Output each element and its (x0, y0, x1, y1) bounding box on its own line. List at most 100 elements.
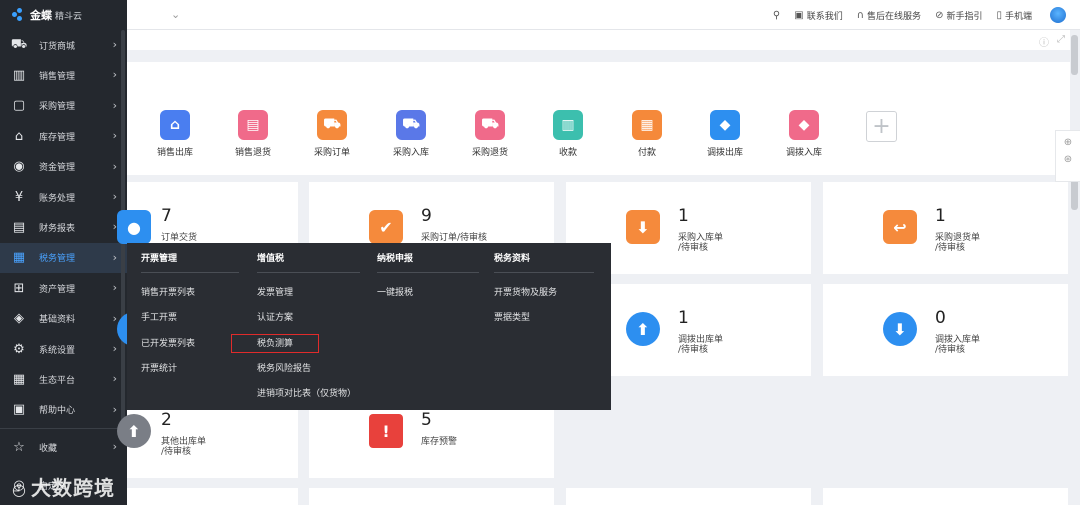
quick-action[interactable]: ⌂ 销售出库 (145, 110, 205, 158)
sidebar-item-label: 采购管理 (39, 102, 76, 113)
sidebar-divider (0, 428, 127, 429)
sidebar-item[interactable]: ▤ 财务报表 › (0, 212, 127, 242)
guide-button[interactable]: ⊘ 新手指引 (935, 9, 982, 22)
sidebar-item[interactable]: ▥ 销售管理 › (0, 60, 127, 90)
submenu-item[interactable]: 票据类型 (494, 310, 530, 323)
sidebar-item-label: 资产管理 (39, 284, 76, 295)
brand-logo[interactable]: 金蝶 精斗云 (0, 0, 127, 30)
side-float-toolbar: ⊕ ⊛ (1055, 130, 1080, 182)
sidebar-item[interactable]: ⛟ 订货商城 › (0, 30, 127, 60)
stat-card-sublabel: /待审核 (678, 345, 709, 355)
submenu-item[interactable]: 发票管理 (257, 285, 293, 298)
chevron-right-icon: › (112, 311, 117, 325)
watermark-logo-icon: ◴ (12, 480, 27, 499)
sidebar-item-label: 账务处理 (39, 193, 76, 204)
help-icon[interactable]: ⓘ (1039, 34, 1049, 49)
chevron-right-icon: › (112, 440, 117, 453)
sidebar-item-label: 基础资料 (39, 315, 76, 326)
submenu-divider (377, 272, 479, 273)
sidebar-item-label: 税务管理 (39, 254, 76, 265)
share-icon[interactable]: ⊕ (1056, 137, 1080, 148)
quick-actions-panel: ⌂ 销售出库 ▤ 销售退货 ⛟ 采购订单 ⛟ 采购入库 ⛟ 采购退货 ▥ 收款 ▦ 付款 ◆ 调拨出库 ◆ 调拨入… (127, 62, 1070, 175)
page-scrollbar[interactable] (1071, 35, 1078, 75)
submenu-item[interactable]: 开票统计 (141, 361, 177, 374)
submenu-item[interactable]: 税务风险报告 (257, 361, 311, 374)
quick-action[interactable]: ▦ 付款 (617, 110, 677, 158)
chevron-down-icon[interactable]: ⌄ (171, 8, 180, 21)
chevron-right-icon: › (112, 372, 117, 386)
sidebar-item-label: 财务报表 (39, 224, 76, 235)
sidebar-item[interactable]: ◉ 资金管理 › (0, 152, 127, 182)
contact-icon: ▣ (794, 9, 804, 21)
quick-action[interactable]: ◆ 调拨出库 (695, 110, 755, 158)
submenu-divider (494, 272, 594, 273)
quick-action[interactable]: ▥ 收款 (538, 110, 598, 158)
add-shortcut-button[interactable]: + (866, 111, 897, 142)
submenu-item[interactable]: 认证方案 (257, 310, 293, 323)
stat-card-label: 订单交货 (161, 233, 198, 243)
sidebar-item[interactable]: ⊞ 资产管理 › (0, 273, 127, 303)
quick-action[interactable]: ⛟ 采购退货 (460, 110, 520, 158)
sidebar-item-favorites[interactable]: ☆ 收藏 › (0, 432, 127, 462)
chevron-right-icon: › (112, 281, 117, 295)
tax-submenu: 开票管理 销售开票列表 手工开票 已开发票列表 开票统计 增值税 发票管理 认证方案 税负测算税… (127, 243, 611, 410)
stat-card[interactable] (127, 488, 298, 505)
quick-action[interactable]: ◆ 调拨入库 (774, 110, 834, 158)
gear-icon: ⚙ (13, 341, 25, 357)
sidebar-item[interactable]: ▦ 税务管理 › (0, 242, 127, 274)
service-label: 售后在线服务 (867, 11, 922, 22)
quick-action-label: 采购订单 (313, 148, 350, 158)
sidebar-item[interactable]: ▢ 采购管理 › (0, 91, 127, 121)
stat-card[interactable] (823, 488, 1068, 505)
plus-icon: + (872, 114, 891, 139)
sidebar-item[interactable]: ⚙ 系统设置 › (0, 334, 127, 364)
quick-action[interactable]: ⛟ 采购入库 (381, 110, 441, 158)
stat-card-count: 2 (161, 410, 172, 430)
sidebar-item[interactable]: ▦ 生态平台 › (0, 364, 127, 394)
report-icon: ▤ (12, 220, 26, 236)
avatar[interactable] (1050, 7, 1066, 23)
layers-icon: ◈ (14, 311, 24, 327)
mobile-button[interactable]: ▯ 手机端 (996, 9, 1032, 22)
submenu-item[interactable]: 已开发票列表 (141, 336, 195, 349)
sidebar-item[interactable]: ▣ 帮助中心 › (0, 395, 127, 425)
chevron-right-icon: › (112, 98, 117, 112)
stat-card[interactable] (566, 488, 811, 505)
top-header: ⌄ ⚲ ▣ 联系我们 ∩ 售后在线服务 ⊘ 新手指引 ▯ 手机端 (127, 0, 1080, 30)
quick-action[interactable]: ▤ 销售退货 (223, 110, 283, 158)
submenu-item[interactable]: 开票货物及服务 (494, 285, 557, 298)
stat-card-sublabel: /待审核 (678, 243, 709, 253)
quick-action-icon: ⛟ (317, 110, 347, 140)
submenu-column-title: 纳税申报 (377, 254, 414, 264)
stat-card-count: 9 (421, 206, 432, 226)
stat-card-icon: ! (369, 414, 403, 448)
watermark: ◴ 大数跨境 (12, 472, 115, 501)
fullscreen-icon[interactable]: ⤢ (1057, 34, 1065, 45)
stat-card[interactable]: ↩ 1 采购退货单/待审核 (823, 182, 1068, 274)
stat-card-sublabel: /待审核 (935, 345, 966, 355)
sidebar-item[interactable]: ⌂ 库存管理 › (0, 121, 127, 151)
submenu-item[interactable]: 进销项对比表（仅货物） (257, 386, 356, 399)
quick-action[interactable]: ⛟ 采购订单 (302, 110, 362, 158)
quick-action-icon: ⛟ (396, 110, 426, 140)
stat-card[interactable] (309, 488, 554, 505)
submenu-item[interactable]: 一键报税 (377, 285, 413, 298)
submenu-column-title: 税务资料 (494, 254, 531, 264)
submenu-item[interactable]: 销售开票列表 (141, 285, 195, 298)
grid-icon: ▦ (12, 371, 26, 387)
stat-card-icon: ● (117, 210, 151, 244)
quick-action-icon: ▦ (632, 110, 662, 140)
search-button[interactable]: ⚲ (773, 10, 780, 21)
service-button[interactable]: ∩ 售后在线服务 (857, 9, 921, 22)
contact-button[interactable]: ▣ 联系我们 (794, 9, 842, 22)
sub-toolbar: ⓘ ⤢ (127, 30, 1070, 50)
sidebar-item[interactable]: ¥ 账务处理 › (0, 182, 127, 212)
submenu-item[interactable]: 手工开票 (141, 310, 177, 323)
quick-action-label: 调拨出库 (706, 148, 743, 158)
settings-icon[interactable]: ⊛ (1056, 154, 1080, 165)
stat-card[interactable]: ⬇ 0 调拨入库单/待审核 (823, 284, 1068, 376)
sidebar-item-label: 库存管理 (39, 132, 76, 143)
submenu-item[interactable]: 税负测算 (257, 336, 293, 349)
sidebar-item[interactable]: ◈ 基础资料 › (0, 304, 127, 334)
chart-icon: ▥ (12, 68, 26, 84)
